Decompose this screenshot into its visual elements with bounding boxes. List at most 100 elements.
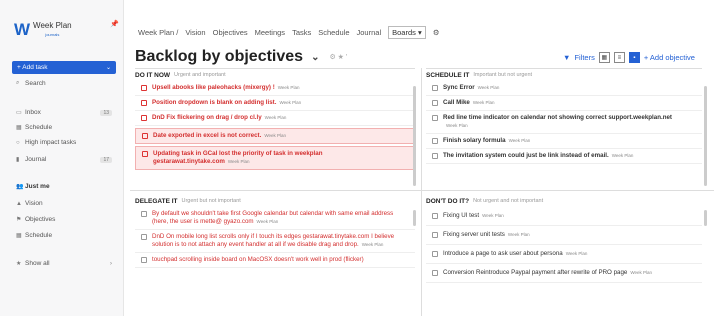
task-checkbox[interactable] [432,115,438,121]
nav-objectives[interactable]: Objectives [213,28,248,37]
task-item[interactable]: Fixing UI test Week Plan [426,207,702,226]
task-item[interactable]: Date exported in excel is not correct. We… [135,128,415,144]
nav-journal[interactable]: Journal [357,28,382,37]
task-checkbox[interactable] [432,138,438,144]
sidebar-item-objectives[interactable]: ⚑ Objectives [16,216,112,223]
task-checkbox[interactable] [432,251,438,257]
task-text: DnD Fix flickering on drag / drop cl.ly [152,114,262,121]
sidebar-item-label: Show all [25,260,50,267]
search-label: Search [25,80,46,87]
quadrant-title: SCHEDULE IT [426,71,470,79]
filter-icon[interactable]: ▼ [563,53,570,62]
scrollbar[interactable] [413,210,416,226]
task-text: The invitation system could just be link… [443,152,609,159]
flag-icon: ⚑ [16,217,22,223]
nav-boards[interactable]: Boards ▾ [388,26,426,39]
quadrant-title: DELEGATE IT [135,197,178,205]
search-icon: ⌕ [16,80,20,86]
grid-view-icon[interactable]: ▪ [628,52,640,63]
task-checkbox[interactable] [141,100,147,106]
calendar-icon: ▦ [16,125,22,131]
chevron-down-icon[interactable]: ⌄ [106,64,111,71]
calendar-view-icon[interactable]: ▦ [598,52,610,63]
task-checkbox[interactable] [142,133,148,139]
sidebar-item-show-all[interactable]: ★ Show all › [16,260,112,267]
sidebar-item-label: Journal [25,156,47,163]
task-checkbox[interactable] [432,153,438,159]
task-item[interactable]: Updating task in GCal lost the priority … [135,146,415,170]
mountain-icon: ▲ [16,200,22,207]
task-text: Fixing UI test [443,212,480,219]
sidebar-item-label: Just me [25,183,50,190]
task-tag: Week Plan [256,219,279,224]
scrollbar[interactable] [413,86,416,186]
task-tag: Week Plan [565,251,588,256]
task-item[interactable]: Fixing server unit tests Week Plan [426,226,702,245]
task-tag: Week Plan [277,85,300,90]
quadrant-title: DO IT NOW [135,71,171,79]
scrollbar[interactable] [704,86,707,186]
chevron-down-icon[interactable]: ⌄ [311,52,319,63]
task-item[interactable]: DnD Fix flickering on drag / drop cl.ly W… [135,111,415,126]
sidebar-item-label: Inbox [25,109,41,116]
task-item[interactable]: touchpad scrolling inside board on MacOS… [135,253,415,268]
add-task-button[interactable]: + Add task ⌄ [12,61,116,74]
task-checkbox[interactable] [141,115,147,121]
sidebar-item-vision[interactable]: ▲ Vision [16,200,112,207]
logo[interactable]: W Week Plan journals [14,20,72,40]
task-checkbox[interactable] [141,257,147,263]
nav-meetings[interactable]: Meetings [255,28,285,37]
scrollbar[interactable] [704,210,707,226]
sidebar-item-high-impact[interactable]: ○ High impact tasks [16,139,112,146]
quadrant-dont-do-it: DON'T DO IT? Not urgent and not important… [426,195,702,283]
task-item[interactable]: By default we shouldn't take first Googl… [135,207,415,230]
task-checkbox[interactable] [432,100,438,106]
quadrant-header: DELEGATE IT Urgent but not important [135,195,415,207]
task-checkbox[interactable] [432,85,438,91]
sidebar-item-label: Vision [25,200,43,207]
task-checkbox[interactable] [432,270,438,276]
task-checkbox[interactable] [141,211,147,217]
sidebar-item-journal[interactable]: ▮ Journal 17 [16,156,112,163]
inbox-icon: ▭ [16,110,22,116]
sidebar-item-just-me[interactable]: 👥 Just me [16,183,112,190]
quadrant-do-it-now: DO IT NOW Urgent and important Upsell abo… [135,68,415,172]
nav-tasks[interactable]: Tasks [292,28,311,37]
task-checkbox[interactable] [432,232,438,238]
task-item[interactable]: Red line time indicator on calendar not … [426,111,702,134]
sidebar-item-label: Schedule [25,232,53,239]
task-item[interactable]: Call Mike Week Plan [426,96,702,111]
sidebar-item-inbox[interactable]: ▭ Inbox 13 [16,109,112,116]
add-objective-button[interactable]: + Add objective [644,53,695,62]
task-item[interactable]: Conversion Reintroduce Paypal payment af… [426,264,702,283]
task-checkbox[interactable] [141,234,147,240]
nav-home[interactable]: Week Plan / [138,28,178,37]
task-checkbox[interactable] [142,151,148,157]
nav-schedule[interactable]: Schedule [318,28,349,37]
task-item[interactable]: The invitation system could just be link… [426,149,702,164]
sidebar-item-schedule[interactable]: ▦ Schedule [16,124,112,131]
journal-count-badge: 17 [100,156,112,163]
nav-vision[interactable]: Vision [185,28,205,37]
task-tag: Week Plan [630,270,653,275]
quadrant-header: DO IT NOW Urgent and important [135,69,415,81]
task-checkbox[interactable] [432,213,438,219]
journal-icon: ▮ [16,157,20,163]
task-item[interactable]: Upsell abooks like paleohacks (mixergy) … [135,81,415,96]
gear-icon[interactable]: ⚙ [433,28,440,37]
task-item[interactable]: DnD On mobile long list scrolls only if … [135,230,415,253]
task-text: Call Mike [443,99,470,106]
pin-icon[interactable]: 📌 [110,20,119,28]
task-item[interactable]: Introduce a page to ask user about perso… [426,245,702,264]
task-item[interactable]: Sync Error Week Plan [426,81,702,96]
task-checkbox[interactable] [141,85,147,91]
list-view-icon[interactable]: ≡ [613,52,625,63]
quadrant-schedule-it: SCHEDULE IT Important but not urgent Sync… [426,68,702,164]
search-item[interactable]: ⌕ Search [16,80,112,87]
sidebar-item-schedule-2[interactable]: ▦ Schedule [16,232,112,239]
settings-star-icons[interactable]: ⚙ ★ ' [329,53,347,61]
task-item[interactable]: Finish solary formula Week Plan [426,134,702,149]
filters-button[interactable]: Filters [574,53,594,62]
task-item[interactable]: Position dropdown is blank on adding lis… [135,96,415,111]
quadrant-divider-vertical [421,68,422,316]
